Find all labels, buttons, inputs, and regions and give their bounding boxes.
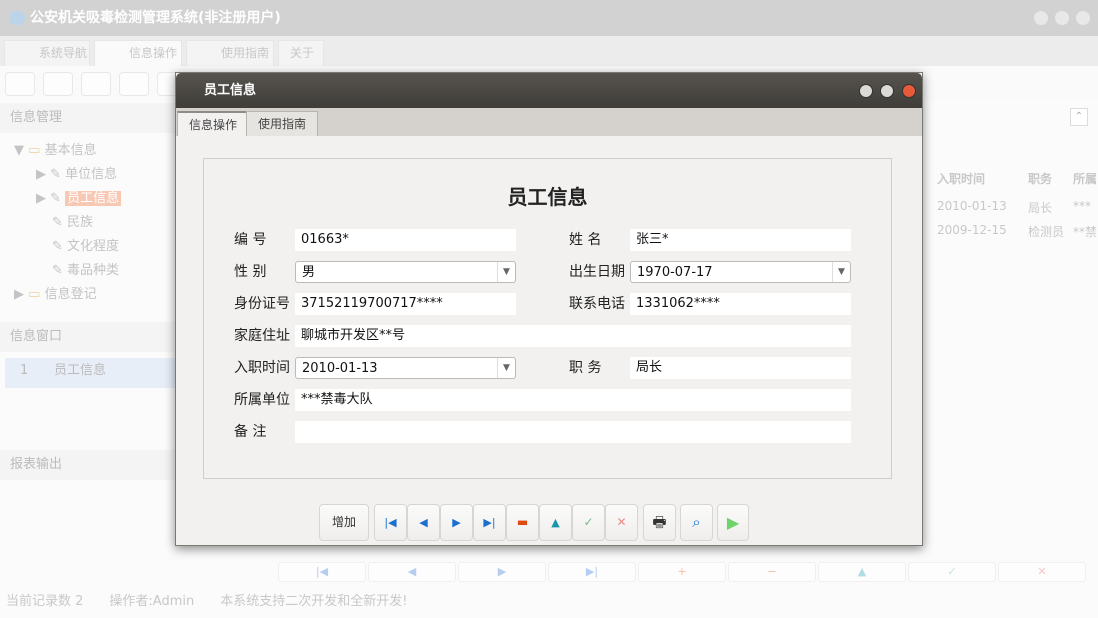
- bg-save-button[interactable]: ✓: [908, 562, 996, 582]
- magnifier-icon: ⌕: [692, 513, 700, 531]
- window-list-item[interactable]: 1 员工信息: [5, 358, 180, 388]
- gender-label: 性 别: [234, 261, 266, 283]
- post-field[interactable]: 局长: [630, 357, 851, 379]
- app-logo-icon: [9, 11, 25, 25]
- report-header: 报表输出: [0, 450, 180, 480]
- dialog-maximize-icon[interactable]: [880, 84, 894, 98]
- last-record-button[interactable]: ▶|: [473, 504, 506, 541]
- dialog-minimize-icon[interactable]: [859, 84, 873, 98]
- dialog-tab-info-ops[interactable]: 信息操作: [177, 111, 249, 136]
- printer-icon: 🖶: [652, 513, 666, 531]
- minus-icon: ▬: [517, 515, 528, 529]
- list-icon[interactable]: [43, 72, 73, 96]
- run-button[interactable]: ▶: [717, 504, 749, 541]
- tree-node-register[interactable]: ▶ ▭ 信息登记: [14, 285, 97, 305]
- prev-icon: ◀: [419, 516, 427, 529]
- phone-field[interactable]: 1331062****: [630, 293, 851, 315]
- hire-date-select[interactable]: 2010-01-13▼: [295, 357, 516, 379]
- search-icon[interactable]: [5, 72, 35, 96]
- id-field[interactable]: 01663*: [295, 229, 516, 251]
- tree-node-ethnic[interactable]: ✎ 民族: [52, 213, 93, 233]
- tab-system-nav[interactable]: 系统导航: [4, 40, 90, 66]
- gender-select[interactable]: 男▼: [295, 261, 516, 283]
- bg-cancel-button[interactable]: ✕: [998, 562, 1086, 582]
- collapse-icon[interactable]: ⌃: [1070, 108, 1088, 126]
- close-icon[interactable]: [1076, 11, 1090, 25]
- x-icon: ✕: [616, 515, 626, 529]
- idcard-label: 身份证号: [234, 293, 290, 315]
- remark-field[interactable]: [295, 421, 851, 443]
- next-record-button[interactable]: ▶: [440, 504, 473, 541]
- preview-button[interactable]: ⌕: [680, 504, 713, 541]
- remark-label: 备 注: [234, 421, 266, 443]
- bg-last-button[interactable]: ▶|: [548, 562, 636, 582]
- save-button[interactable]: ✓: [572, 504, 605, 541]
- tree-node-staff[interactable]: ▶ ✎ 员工信息: [36, 189, 121, 209]
- phone-label: 联系电话: [569, 293, 625, 315]
- last-icon: ▶|: [483, 516, 495, 529]
- chevron-down-icon[interactable]: ▼: [497, 358, 515, 378]
- up-arrow-icon: ▲: [551, 516, 559, 529]
- dialog-tabs: 信息操作 使用指南: [176, 108, 922, 136]
- bg-first-button[interactable]: |◀: [278, 562, 366, 582]
- birth-label: 出生日期: [569, 261, 625, 283]
- chevron-down-icon[interactable]: ▼: [832, 262, 850, 282]
- id-label: 编 号: [234, 229, 266, 251]
- tab-about[interactable]: 关于: [278, 40, 324, 66]
- prev-record-button[interactable]: ◀: [407, 504, 440, 541]
- form-panel: 员工信息 编 号 01663* 姓 名 张三* 性 别 男▼ 出生日期 1970…: [203, 158, 892, 479]
- first-icon: |◀: [384, 516, 396, 529]
- bg-prev-button[interactable]: ◀: [368, 562, 456, 582]
- address-label: 家庭住址: [234, 325, 290, 347]
- bg-next-button[interactable]: ▶: [458, 562, 546, 582]
- dialog-title-bar[interactable]: 员工信息: [176, 73, 922, 108]
- bg-add-button[interactable]: +: [638, 562, 726, 582]
- main-tabs: 系统导航 信息操作 使用指南 关于: [0, 36, 1098, 66]
- unit-field[interactable]: ***禁毒大队: [295, 389, 851, 411]
- hire-label: 入职时间: [234, 357, 290, 379]
- add-button[interactable]: 增加: [319, 504, 369, 541]
- dialog-tab-guide[interactable]: 使用指南: [246, 111, 318, 136]
- windows-header: 信息窗口: [0, 322, 180, 352]
- birth-date-select[interactable]: 1970-07-17▼: [630, 261, 851, 283]
- idcard-field[interactable]: 37152119700717****: [295, 293, 516, 315]
- print-button[interactable]: 🖶: [643, 504, 676, 541]
- minimize-icon[interactable]: [1034, 11, 1048, 25]
- first-record-button[interactable]: |◀: [374, 504, 407, 541]
- bg-up-button[interactable]: ▲: [818, 562, 906, 582]
- status-bar: 当前记录数 2操作者:Admin本系统支持二次开发和全新开发!: [6, 590, 433, 609]
- name-label: 姓 名: [569, 229, 601, 251]
- unit-label: 所属单位: [234, 389, 290, 411]
- tab-guide[interactable]: 使用指南: [186, 40, 274, 66]
- app-title: 公安机关吸毒检测管理系统(非注册用户): [30, 10, 281, 26]
- edit-button[interactable]: ▲: [539, 504, 572, 541]
- form-title: 员工信息: [204, 181, 891, 210]
- tree-node-drugs[interactable]: ✎ 毒品种类: [52, 261, 119, 281]
- name-field[interactable]: 张三*: [630, 229, 851, 251]
- address-field[interactable]: 聊城市开发区**号: [295, 325, 851, 347]
- user-icon[interactable]: [119, 72, 149, 96]
- tree-node-basic[interactable]: ▼ ▭ 基本信息: [14, 141, 97, 161]
- document-icon[interactable]: [81, 72, 111, 96]
- tree-node-education[interactable]: ✎ 文化程度: [52, 237, 119, 257]
- maximize-icon[interactable]: [1055, 11, 1069, 25]
- tab-info-ops[interactable]: 信息操作: [94, 40, 182, 66]
- staff-dialog: 员工信息 信息操作 使用指南 员工信息 编 号 01663* 姓 名 张三* 性…: [175, 72, 923, 546]
- delete-button[interactable]: ▬: [506, 504, 539, 541]
- dialog-close-icon[interactable]: [902, 84, 916, 98]
- check-icon: ✓: [583, 515, 593, 529]
- cancel-button[interactable]: ✕: [605, 504, 638, 541]
- play-icon: ▶: [727, 513, 739, 532]
- bg-delete-button[interactable]: −: [728, 562, 816, 582]
- next-icon: ▶: [452, 516, 460, 529]
- post-label: 职 务: [569, 357, 601, 379]
- info-mgmt-header: 信息管理: [0, 103, 180, 133]
- app-title-bar: 公安机关吸毒检测管理系统(非注册用户): [0, 0, 1098, 36]
- chevron-down-icon[interactable]: ▼: [497, 262, 515, 282]
- tree-node-unit[interactable]: ▶ ✎ 单位信息: [36, 165, 117, 185]
